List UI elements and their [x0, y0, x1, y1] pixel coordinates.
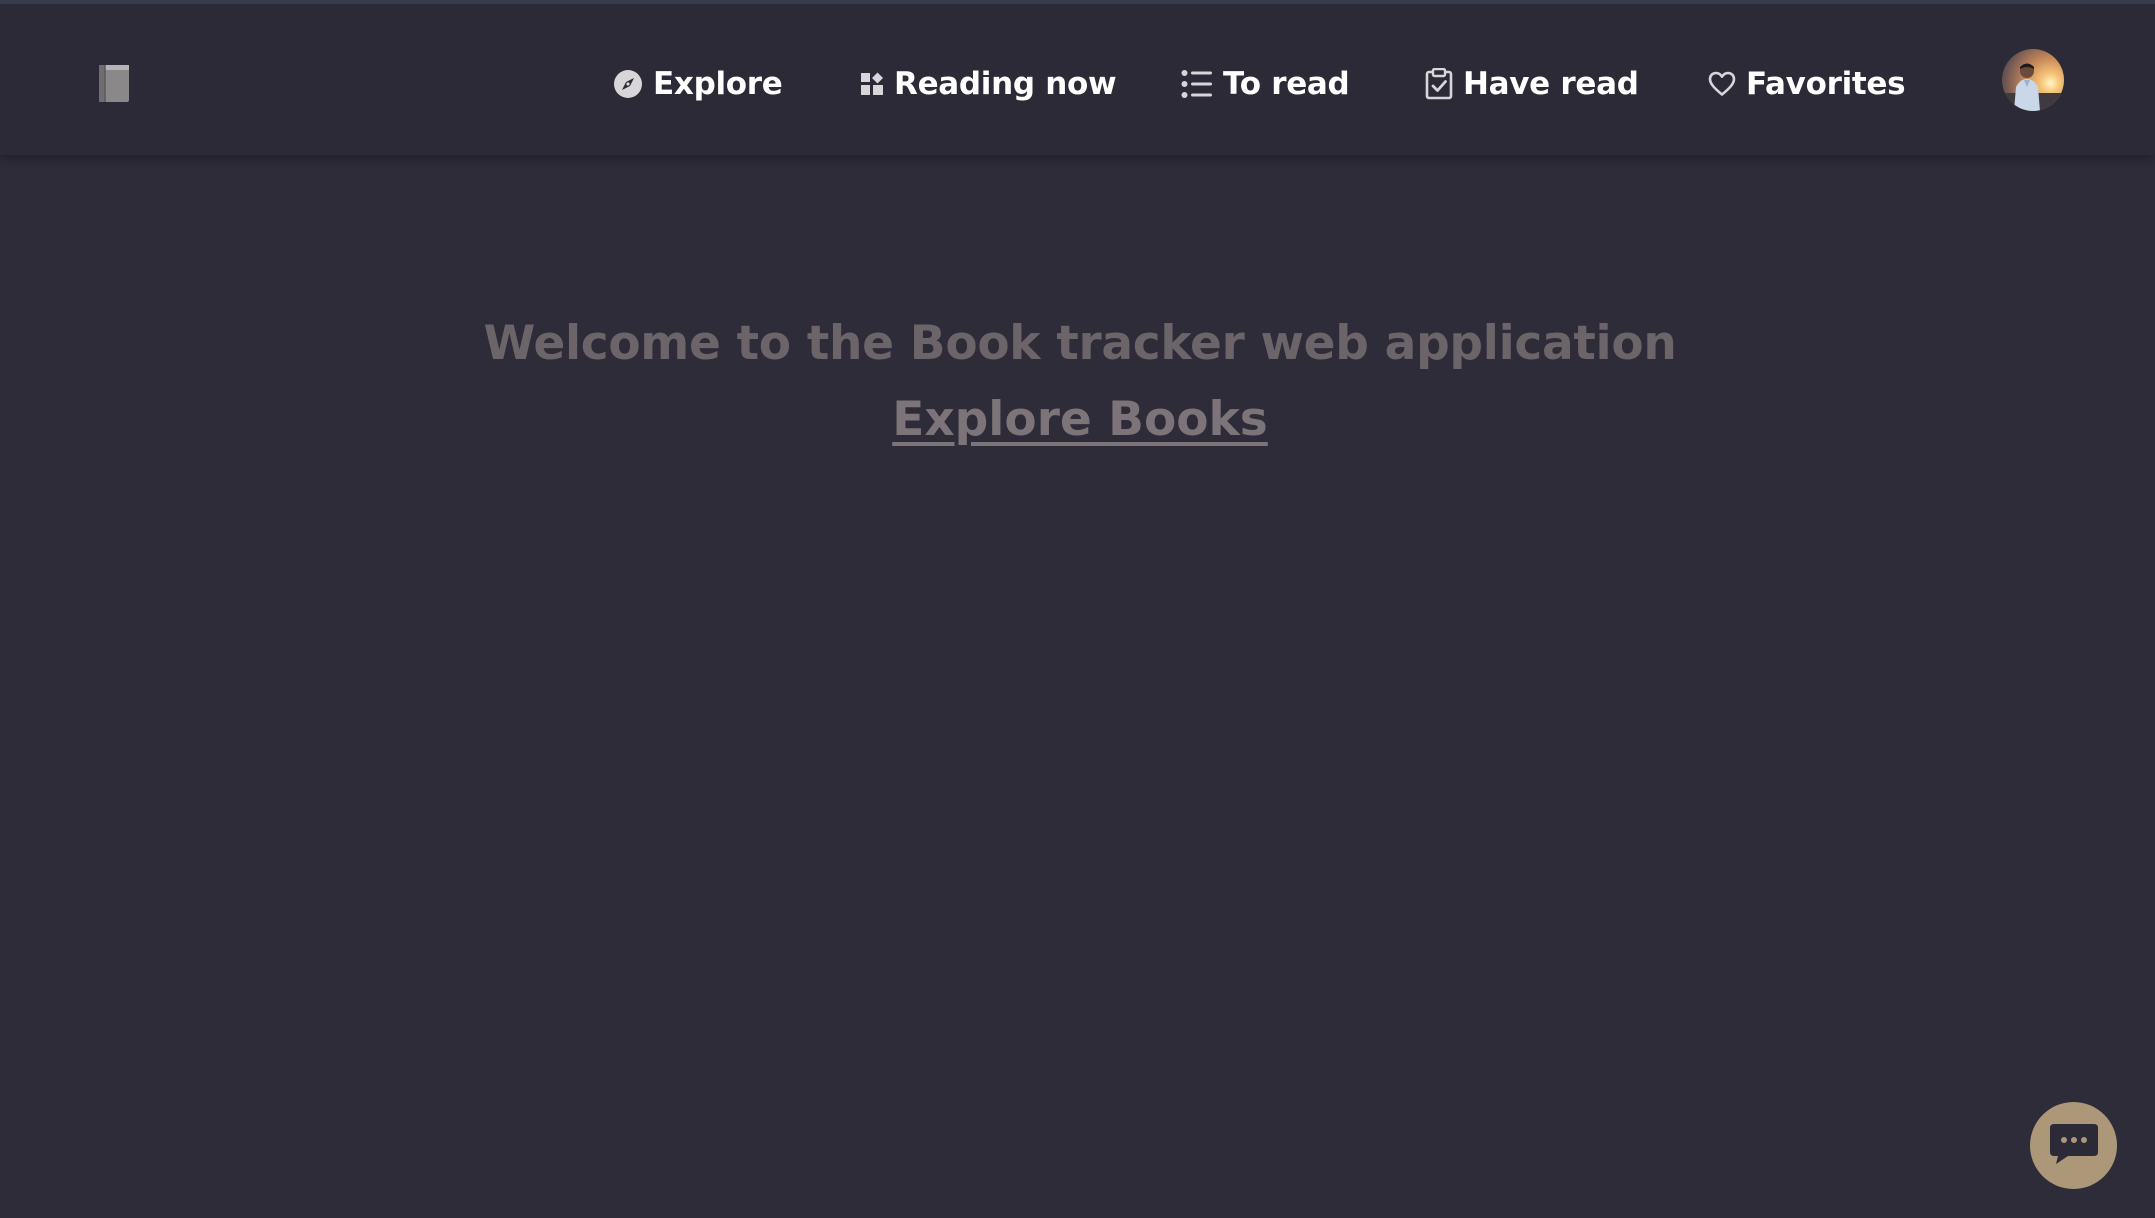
nav-have-read-label: Have read [1463, 66, 1639, 102]
dashboard-icon [860, 72, 884, 96]
nav-reading-now[interactable]: Reading now [860, 60, 1117, 108]
page: Explore Reading now To read Have read Fa… [0, 0, 2155, 1218]
nav-favorites-label: Favorites [1746, 66, 1906, 102]
chat-button[interactable] [2030, 1102, 2117, 1189]
nav-explore[interactable]: Explore [613, 60, 783, 108]
page-title: Welcome to the Book tracker web applicat… [483, 316, 1677, 371]
nav-have-read[interactable]: Have read [1425, 60, 1639, 108]
explore-books-link[interactable]: Explore Books [892, 388, 1268, 452]
nav-favorites[interactable]: Favorites [1708, 60, 1906, 108]
chat-bubble-icon [2048, 1122, 2100, 1170]
compass-icon [613, 69, 643, 99]
clipboard-check-icon [1425, 68, 1453, 100]
nav-explore-label: Explore [653, 66, 783, 102]
nav-to-read[interactable]: To read [1181, 60, 1350, 108]
list-icon [1181, 69, 1213, 99]
nav-reading-now-label: Reading now [894, 66, 1117, 102]
nav-to-read-label: To read [1223, 66, 1350, 102]
book-icon[interactable] [97, 62, 131, 104]
heart-icon [1708, 71, 1736, 97]
user-avatar[interactable] [2002, 49, 2064, 111]
top-navbar: Explore Reading now To read Have read Fa… [0, 0, 2155, 155]
hero-section: Welcome to the Book tracker web applicat… [0, 312, 2155, 452]
